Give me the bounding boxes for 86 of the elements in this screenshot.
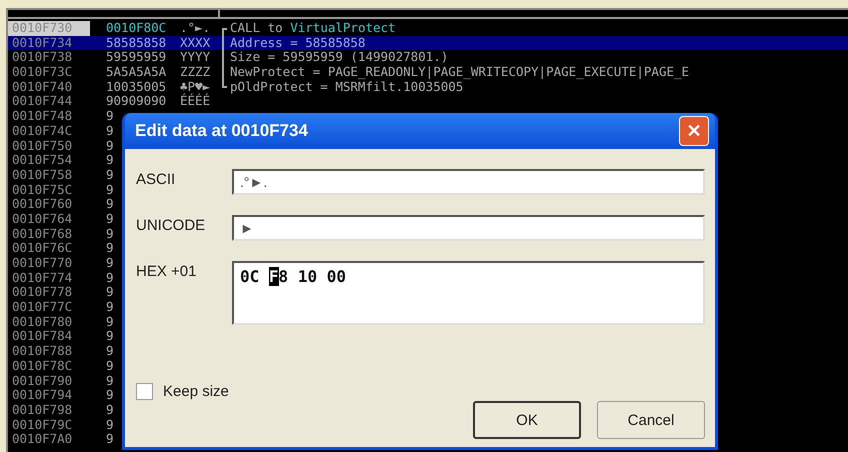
ascii-cell-text: YYYY <box>180 50 212 66</box>
dialog-button[interactable]: OK <box>473 401 581 439</box>
comment-cell: NewProtect = PAGE_READONLY|PAGE_WRITECOPY|PAGE_EXECUTE|PAGE_E <box>230 65 690 80</box>
value-cell: 9 <box>106 226 114 241</box>
value-cell: 58585858 <box>106 34 166 50</box>
address-cell-text: 0010F79C <box>11 418 74 432</box>
address-cell-text: 0010F790 <box>11 374 74 388</box>
checkbox[interactable] <box>136 383 153 400</box>
value-cell: 9 <box>106 255 114 270</box>
field-label: ASCII <box>136 170 176 188</box>
address-cell-text: 0010F754 <box>11 153 74 168</box>
value-cell: 9 <box>106 343 114 358</box>
value-cell: 9 <box>106 314 114 329</box>
value-cell: 9 <box>106 182 114 197</box>
address-cell-text: 0010F788 <box>11 344 74 359</box>
address-cell-text: 0010F76C <box>11 241 74 256</box>
dialog-title: Edit data at 0010F734 <box>135 121 308 141</box>
value-cell: 9 <box>106 210 114 226</box>
value-cell: 9 <box>106 372 114 388</box>
value-cell: 9 <box>106 328 114 344</box>
close-button[interactable]: ✕ <box>679 116 709 146</box>
address-cell-text: 0010F758 <box>11 168 74 183</box>
address-cell-text: 0010F74C <box>11 124 74 139</box>
ascii-cell-text: XXXX <box>180 36 212 50</box>
value-cell: 9 <box>106 284 114 300</box>
address-cell-text: 0010F75C <box>11 182 74 198</box>
ascii-cell-text: .°►. <box>180 21 212 36</box>
value-cell: 90909090 <box>106 93 166 108</box>
comment-cell: Size = 59595959 (1499027801.) <box>230 50 448 66</box>
stack-row[interactable]: 0010F740 10035005 ♣P♥► pOldProtect = MSRMfilt.10035005 <box>8 80 848 94</box>
address-cell-text: 0010F760 <box>11 197 74 212</box>
value-cell: 9 <box>106 387 114 402</box>
value-cell: 9 <box>106 416 114 432</box>
value-cell: 9 <box>106 152 114 168</box>
value-cell: 9 <box>106 358 114 373</box>
stack-row[interactable]: 0010F734 58585858 XXXX Address = 58585858 <box>8 36 848 50</box>
address-cell-text: 0010F798 <box>11 402 74 418</box>
value-cell: 9 <box>106 240 114 256</box>
value-cell: 9 <box>106 166 114 182</box>
address-cell-text: 0010F7A0 <box>11 432 74 447</box>
field-label: UNICODE <box>136 216 206 234</box>
address-cell-text: 0010F778 <box>11 285 74 300</box>
value-cell: 9 <box>106 122 114 138</box>
comment-cell: Address = 58585858 <box>230 36 366 50</box>
value-cell: 5A5A5A5A <box>106 64 166 80</box>
ascii-cell-text: ♣P♥► <box>180 80 212 94</box>
value-cell: 9 <box>106 402 114 417</box>
value-cell: 9 <box>106 299 114 314</box>
input-field[interactable]: .°►. <box>232 169 705 195</box>
address-cell-text: 0010F780 <box>11 314 74 330</box>
address-cell-text: 0010F740 <box>11 80 74 94</box>
address-cell-text: 0010F738 <box>11 50 74 66</box>
stack-row[interactable]: 0010F744 90909090 ÉÉÉÉ <box>8 94 848 110</box>
ascii-cell-text: ÉÉÉÉ <box>180 94 212 110</box>
input-field[interactable]: ► <box>232 215 705 241</box>
address-cell-text: 0010F768 <box>11 226 74 242</box>
address-cell-text: 0010F77C <box>11 300 74 315</box>
address-cell-text: 0010F748 <box>11 109 74 124</box>
hex-field[interactable]: 0C F8 10 00 <box>232 261 705 325</box>
value-cell: 9 <box>106 108 114 124</box>
address-cell-text: 0010F794 <box>11 388 74 403</box>
address-cell-text: 0010F750 <box>11 138 74 154</box>
comment-cell: CALL to VirtualProtect <box>230 21 396 36</box>
value-cell: 9 <box>106 431 114 446</box>
address-cell-text: 0010F784 <box>11 329 74 344</box>
value-cell: 59595959 <box>106 49 166 64</box>
address-cell-text: 0010F744 <box>11 94 74 110</box>
dialog-button[interactable]: Cancel <box>597 401 705 439</box>
checkbox-label: Keep size <box>163 383 229 400</box>
value-cell: 9 <box>106 138 114 152</box>
stack-row[interactable]: 0010F738 59595959 YYYY Size = 59595959 (1499027801.) <box>8 50 848 66</box>
stack-row[interactable]: 0010F73C 5A5A5A5A ZZZZ NewProtect = PAGE_READONLY|PAGE_WRITECOPY|PAGE_EXECUTE|PAGE_E <box>8 65 848 80</box>
value-cell: 9 <box>106 270 114 285</box>
address-cell-text: 0010F764 <box>11 212 74 227</box>
comment-cell: pOldProtect = MSRMfilt.10035005 <box>230 80 464 94</box>
value-cell: 9 <box>106 196 114 212</box>
address-cell-text: 0010F734 <box>11 36 74 50</box>
address-cell-text: 0010F774 <box>11 270 74 286</box>
value-cell: 10035005 <box>106 78 166 94</box>
address-cell-text: 0010F78C <box>11 358 74 374</box>
address-cell-text: 0010F770 <box>11 256 74 271</box>
ascii-cell-text: ZZZZ <box>180 65 212 80</box>
address-cell-text: 0010F73C <box>11 65 74 80</box>
value-cell: 0010F80C <box>106 20 166 35</box>
field-label: HEX +01 <box>136 262 198 280</box>
address-cell: 0010F730 <box>8 21 90 36</box>
